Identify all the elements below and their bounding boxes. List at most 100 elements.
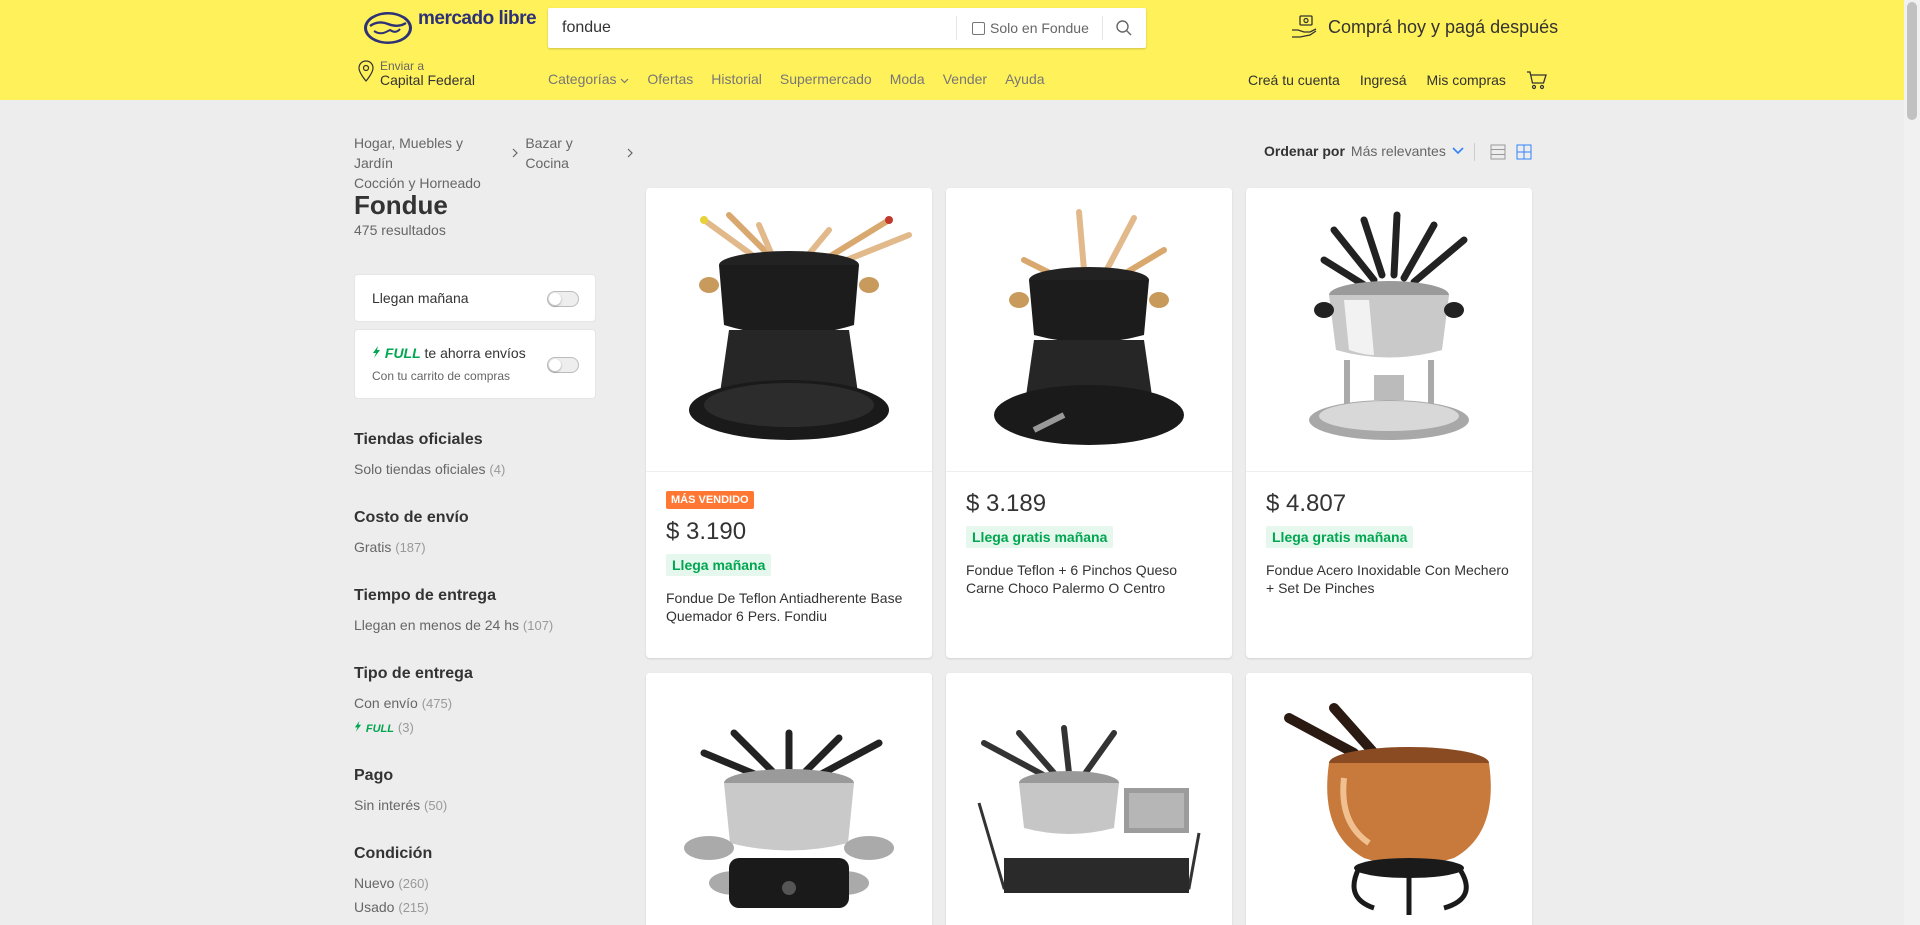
cart-icon[interactable] (1526, 70, 1548, 90)
list-view-icon[interactable] (1490, 144, 1506, 160)
product-image[interactable] (946, 188, 1232, 472)
fondue-pot-image (684, 729, 894, 908)
product-image[interactable] (1246, 188, 1532, 472)
breadcrumb: Hogar, Muebles y Jardín Bazar y Cocina C… (354, 133, 634, 193)
product-card[interactable]: MÁS VENDIDO $ 3.190 Llega mañana Fondue … (646, 188, 932, 658)
scrollbar-thumb[interactable] (1907, 2, 1917, 120)
product-price: $ 4.807 (1266, 490, 1347, 517)
grid-view-icon[interactable] (1516, 144, 1532, 160)
nav-item-categorias[interactable]: Categorías (548, 71, 629, 87)
product-image[interactable] (646, 673, 932, 925)
filter-option-full[interactable]: FULL (3) (354, 719, 414, 735)
toggle-switch[interactable] (547, 291, 579, 307)
promo-text: Comprá hoy y pagá después (1328, 16, 1559, 37)
product-price: $ 3.190 (666, 518, 747, 545)
fondue-pot-image (1284, 702, 1491, 915)
page-scrollbar[interactable] (1904, 0, 1920, 925)
search-input[interactable] (562, 8, 942, 48)
filter-section-title: Pago (354, 767, 394, 784)
filter-section-title: Tipo de entrega (354, 665, 473, 682)
filter-option[interactable]: Solo tiendas oficiales (4) (354, 461, 505, 477)
breadcrumb-item[interactable]: Bazar y Cocina (525, 133, 620, 173)
product-info: $ 4.807 Llega gratis mañana Fondue Acero… (1246, 472, 1532, 615)
filter-option[interactable]: Gratis (187) (354, 539, 426, 555)
fondue-pot-image (1309, 211, 1469, 440)
filter-option[interactable]: Sin interés (50) (354, 797, 447, 813)
lightning-icon (354, 721, 362, 732)
create-account-link[interactable]: Creá tu cuenta (1248, 72, 1340, 88)
sort-value: Más relevantes (1350, 143, 1446, 159)
search-filter-checkbox[interactable]: Solo en Fondue (972, 20, 1089, 36)
promo-banner[interactable]: Comprá hoy y pagá después (1290, 14, 1558, 40)
filter-option[interactable]: Llegan en menos de 24 hs (107) (354, 617, 553, 633)
my-purchases-link[interactable]: Mis compras (1427, 72, 1506, 88)
filter-option[interactable]: Con envío (475) (354, 695, 452, 711)
product-card[interactable] (946, 673, 1232, 925)
nav-item-ayuda[interactable]: Ayuda (1005, 71, 1044, 87)
search-bar: Solo en Fondue (548, 8, 1146, 48)
search-divider (956, 16, 957, 40)
product-title[interactable]: Fondue Teflon + 6 Pinchos Queso Carne Ch… (966, 561, 1212, 597)
lightning-icon (373, 346, 380, 358)
product-image[interactable] (946, 673, 1232, 925)
product-info: $ 3.189 Llega gratis mañana Fondue Teflo… (946, 472, 1232, 615)
product-card[interactable]: $ 3.189 Llega gratis mañana Fondue Teflo… (946, 188, 1232, 658)
search-checkbox-label: Solo en Fondue (990, 20, 1089, 36)
nav-item-ofertas[interactable]: Ofertas (647, 71, 693, 87)
location-value: Capital Federal (380, 72, 475, 88)
filter-option[interactable]: Usado (215) (354, 899, 429, 915)
view-toggle (1490, 144, 1532, 160)
product-title[interactable]: Fondue De Teflon Antiadherente Base Quem… (666, 589, 912, 625)
hand-coin-icon (1292, 15, 1317, 38)
filter-tomorrow-label: Llegan mañana (372, 290, 469, 306)
search-button[interactable] (1102, 8, 1146, 48)
filter-section-title: Tiempo de entrega (354, 587, 496, 604)
toggle-knob (549, 359, 561, 371)
product-info: MÁS VENDIDO $ 3.190 Llega mañana Fondue … (646, 472, 932, 643)
location-selector[interactable]: Enviar a Capital Federal (358, 60, 475, 88)
sort-label: Ordenar por (1264, 143, 1345, 159)
full-text: te ahorra envíos (424, 345, 526, 361)
nav-item-vender[interactable]: Vender (943, 71, 987, 87)
product-image[interactable] (1246, 673, 1532, 925)
product-card[interactable] (1246, 673, 1532, 925)
shipping-badge: Llega gratis mañana (966, 526, 1114, 548)
nav-item-historial[interactable]: Historial (711, 71, 762, 87)
search-icon (1116, 20, 1132, 36)
location-pin-icon (358, 60, 374, 82)
breadcrumb-item[interactable]: Hogar, Muebles y Jardín (354, 133, 505, 173)
product-card[interactable]: $ 4.807 Llega gratis mañana Fondue Acero… (1246, 188, 1532, 658)
nav-item-moda[interactable]: Moda (890, 71, 925, 87)
filter-section-title: Tiendas oficiales (354, 431, 483, 448)
fondue-pot-image (994, 208, 1184, 445)
product-price: $ 3.189 (966, 490, 1047, 517)
location-label: Enviar a (380, 59, 425, 73)
main-nav: Categorías Ofertas Historial Supermercad… (548, 71, 1045, 87)
best-seller-badge: MÁS VENDIDO (666, 491, 754, 509)
login-link[interactable]: Ingresá (1360, 72, 1407, 88)
divider (1474, 143, 1475, 161)
shipping-badge: Llega gratis mañana (1266, 526, 1414, 548)
sort-control[interactable]: Ordenar por Más relevantes (1264, 143, 1464, 159)
logo-text[interactable]: mercado libre (418, 9, 537, 28)
chevron-down-icon (1452, 147, 1464, 155)
product-card[interactable] (646, 673, 932, 925)
product-image[interactable] (646, 188, 932, 472)
fondue-pot-image (977, 724, 1201, 893)
results-count: 475 resultados (354, 222, 446, 238)
filter-option[interactable]: Nuevo (260) (354, 875, 429, 891)
chevron-right-icon (627, 148, 633, 158)
user-nav: Creá tu cuenta Ingresá Mis compras (1248, 70, 1548, 90)
chevron-down-icon (620, 78, 629, 84)
page-title: Fondue (354, 190, 448, 220)
checkbox-icon[interactable] (972, 21, 985, 35)
filter-tomorrow[interactable]: Llegan mañana (354, 274, 596, 322)
full-badge: FULL (384, 345, 421, 361)
filter-full[interactable]: FULL te ahorra envíos Con tu carrito de … (354, 329, 596, 399)
shipping-badge: Llega mañana (666, 554, 772, 576)
toggle-switch[interactable] (547, 357, 579, 373)
chevron-right-icon (512, 148, 519, 158)
nav-item-supermercado[interactable]: Supermercado (780, 71, 872, 87)
product-title[interactable]: Fondue Acero Inoxidable Con Mechero + Se… (1266, 561, 1512, 597)
filter-section-title: Condición (354, 845, 433, 862)
